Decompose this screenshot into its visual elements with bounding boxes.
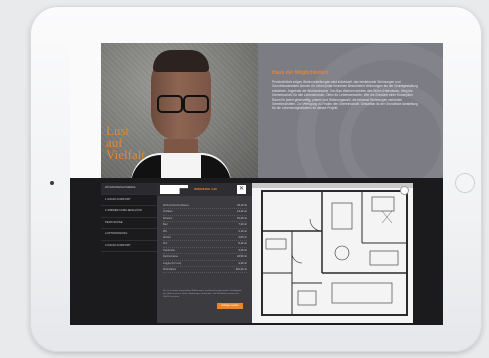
apartment-menu: WOHNUNGSAUSWAHL 1 RAUM KOMFORT 2 ZIMMER … [101,183,157,323]
apartment-name: WOHNUNG 4.06 [194,187,217,191]
zoom-icon[interactable] [400,186,409,195]
intro-body: Persönlichkeit zeigen Wohnvorstellungen … [272,80,418,111]
intro-title: Haus der Möglichkeiten [272,70,329,76]
menu-item-1-raum[interactable]: 1 RAUM KOMFORT [101,195,157,206]
table-row: Wohnfläche 110,20 m² [163,267,247,274]
area-table: Wohnen/Kochen/Essen 33,10 m² Schlafen 14,2… [163,203,247,274]
floor-plan[interactable] [252,183,413,323]
hero-slogan: Lust auf Vielfalt [106,124,145,162]
inquiry-button[interactable]: Anfrage senden [217,303,243,309]
apartment-details-panel: WOHNUNG 4.06 ✕ Wohnen/Kochen/Essen 33,10 … [157,183,252,323]
portrait-image: Lust auf Vielfalt [101,43,258,178]
menu-item-penthouse[interactable]: PENTHOUSE [101,218,157,229]
apartment-header: WOHNUNG 4.06 ✕ [157,183,252,196]
slogan-line: Vielfalt [106,147,145,162]
floor-plan-drawing [252,183,413,316]
close-icon[interactable]: ✕ [237,185,246,194]
hero-section: Lust auf Vielfalt Haus der Möglichkeiten… [70,39,443,178]
menu-item-3-raum[interactable]: 3 RAUM KOMFORT [101,241,157,252]
camera-icon [50,181,54,185]
menu-item-wohnungsauswahl[interactable]: WOHNUNGSAUSWAHL [101,183,157,195]
logo-icon [160,185,188,194]
disclaimer-text: Die im Grundriss dargestellten Möblierun… [163,290,242,298]
menu-item-2-zimmer[interactable]: 2 ZIMMER FAMILIENGLÜCK [101,206,157,218]
home-button-icon[interactable] [455,173,475,193]
intro-text-panel: Haus der Möglichkeiten Persönlichkeit ze… [258,43,443,178]
apartment-section: WOHNUNGSAUSWAHL 1 RAUM KOMFORT 2 ZIMMER … [70,178,443,325]
menu-item-loftwohnung[interactable]: LOFTWOHNUNG [101,229,157,241]
tablet-screen: Lust auf Vielfalt Haus der Möglichkeiten… [70,39,443,325]
